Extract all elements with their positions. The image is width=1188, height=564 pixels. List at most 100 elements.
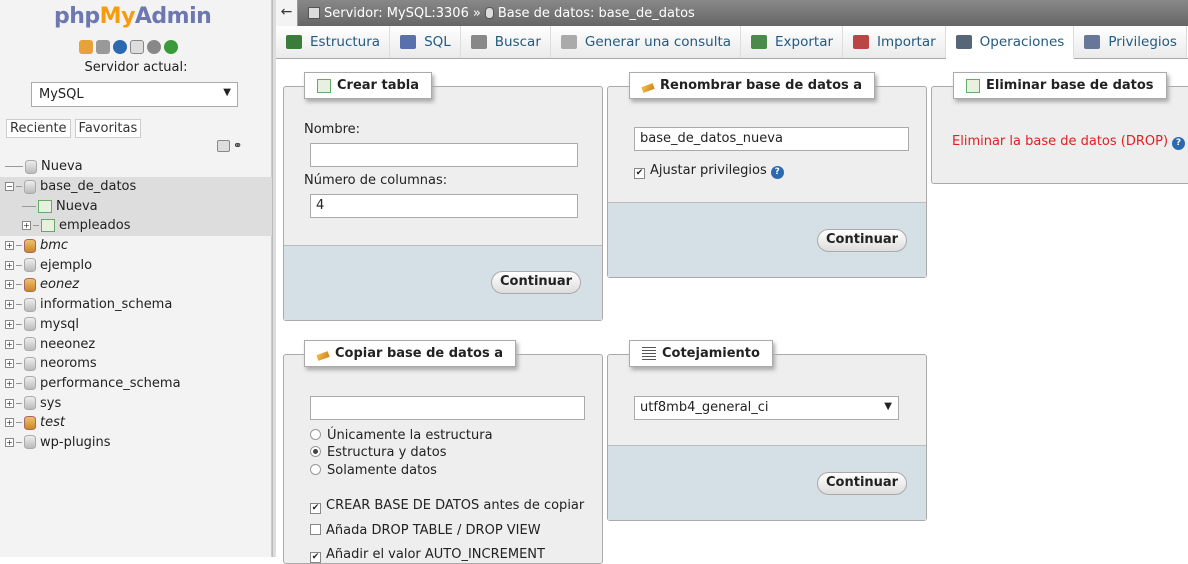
sidebar-resizer[interactable]: [272, 0, 276, 557]
expand-icon[interactable]: +: [22, 221, 31, 231]
rename-database-legend: Renombrar base de datos a: [629, 72, 876, 99]
database-icon: [24, 317, 36, 332]
radio-structure-data[interactable]: Estructura y datos: [310, 445, 446, 460]
tree-item[interactable]: + performance_schema: [0, 374, 272, 394]
tree-item[interactable]: + neoroms: [0, 354, 272, 374]
tree-item[interactable]: + information_schema: [0, 295, 272, 315]
database-icon: [24, 258, 36, 273]
auto-increment-checkbox-row[interactable]: ✔ Añadir el valor AUTO_INCREMENT: [310, 547, 545, 563]
tree-item[interactable]: + test: [0, 413, 272, 433]
rename-database-input[interactable]: base_de_datos_nueva: [634, 127, 909, 151]
database-icon: [24, 337, 36, 352]
tab-generar-una-consulta[interactable]: Generar una consulta: [550, 26, 742, 58]
tab-sql[interactable]: SQL: [390, 26, 461, 58]
tree-item[interactable]: + neeonez: [0, 334, 272, 354]
database-icon: [24, 277, 36, 292]
reload-icon[interactable]: [164, 40, 178, 54]
tree-item[interactable]: + wp-plugins: [0, 433, 272, 453]
chevron-down-icon: ▼: [884, 401, 892, 412]
expand-icon[interactable]: +: [5, 300, 14, 310]
expand-icon[interactable]: +: [5, 418, 14, 428]
columns-label: Número de columnas:: [304, 173, 448, 188]
home-icon[interactable]: [79, 40, 93, 54]
columns-input[interactable]: 4: [310, 194, 578, 218]
gear-icon[interactable]: [147, 40, 161, 54]
expand-icon[interactable]: +: [5, 280, 14, 290]
favorites-tab[interactable]: Favoritas: [74, 119, 142, 138]
expand-icon[interactable]: +: [5, 241, 14, 251]
phpmyadmin-logo[interactable]: phpMyAdmin: [54, 4, 212, 29]
expand-icon[interactable]: +: [5, 398, 14, 408]
tree-item[interactable]: + empleados: [0, 216, 272, 236]
link-icon[interactable]: ⚭: [233, 140, 246, 152]
expand-icon[interactable]: +: [5, 319, 14, 329]
search-icon: [470, 35, 487, 49]
expand-icon[interactable]: +: [5, 260, 14, 270]
database-icon: [24, 238, 36, 253]
tree-item[interactable]: + mysql: [0, 315, 272, 335]
collation-continue-button[interactable]: Continuar: [817, 472, 908, 495]
collapse-icon[interactable]: −: [5, 182, 14, 192]
help-icon[interactable]: ?: [770, 166, 784, 179]
help-icon[interactable]: ?: [1172, 137, 1186, 150]
server-icon: [308, 7, 320, 19]
collation-panel: utf8mb4_general_ci ▼ Continuar: [607, 354, 927, 521]
tree-item[interactable]: Nueva: [0, 196, 272, 217]
create-db-checkbox-row[interactable]: ✔ CREAR BASE DE DATOS antes de copiar: [310, 498, 584, 514]
database-icon: [24, 396, 36, 411]
tree-item[interactable]: Nueva: [0, 157, 272, 177]
import-icon: [853, 35, 870, 49]
expand-icon[interactable]: +: [5, 359, 14, 369]
create-db-checkbox: ✔: [310, 503, 321, 514]
help-icon[interactable]: [113, 40, 127, 54]
expand-icon[interactable]: +: [5, 339, 14, 349]
tree-item[interactable]: + sys: [0, 393, 272, 413]
tree-item[interactable]: + ejemplo: [0, 255, 272, 275]
database-icon: [24, 356, 36, 371]
tab-privilegios[interactable]: Privilegios: [1074, 26, 1187, 58]
pencil-icon: [316, 350, 330, 361]
back-button[interactable]: ←: [276, 0, 298, 26]
tab-buscar[interactable]: Buscar: [460, 26, 551, 58]
export-icon: [751, 35, 768, 49]
tab-estructura[interactable]: Estructura: [276, 26, 391, 58]
tree-item[interactable]: − base_de_datos: [0, 176, 272, 197]
docs-icon[interactable]: [130, 40, 144, 54]
tab-operaciones[interactable]: Operaciones: [945, 26, 1075, 59]
adjust-privileges-row[interactable]: ✔ Ajustar privilegios?: [634, 163, 784, 179]
radio-data-only[interactable]: Solamente datos: [310, 463, 437, 478]
quick-links: [79, 40, 178, 54]
auto-increment-checkbox: ✔: [310, 552, 321, 563]
expand-icon[interactable]: +: [5, 378, 14, 388]
sql-icon: [400, 35, 417, 49]
drop-table-checkbox-row[interactable]: Añada DROP TABLE / DROP VIEW: [310, 523, 541, 538]
database-icon: [966, 78, 980, 93]
tree-item[interactable]: + eonez: [0, 275, 272, 295]
copy-database-input[interactable]: [310, 396, 585, 420]
adjust-privileges-checkbox[interactable]: ✔: [634, 168, 645, 179]
rename-continue-button[interactable]: Continuar: [817, 229, 908, 252]
database-icon: [24, 179, 36, 194]
table-icon: [41, 219, 55, 233]
breadcrumb: Servidor: MySQL:3306 » Base de datos: ba…: [308, 6, 695, 21]
server-select[interactable]: MySQL ▼: [31, 82, 238, 107]
copy-database-legend: Copiar base de datos a: [304, 340, 517, 367]
breadcrumb-server[interactable]: Servidor: MySQL:3306: [324, 6, 469, 21]
breadcrumb-database[interactable]: Base de datos: base_de_datos: [498, 6, 695, 21]
recent-tab[interactable]: Reciente: [6, 119, 71, 138]
radio-structure-only[interactable]: Únicamente la estructura: [310, 428, 493, 443]
collation-select[interactable]: utf8mb4_general_ci ▼: [634, 396, 899, 420]
tab-importar[interactable]: Importar: [843, 26, 946, 58]
server-label: Servidor actual:: [84, 60, 188, 75]
tree-item[interactable]: + bmc: [0, 236, 272, 256]
expand-icon[interactable]: +: [5, 437, 14, 447]
exit-icon[interactable]: [96, 40, 110, 54]
create-table-continue-button[interactable]: Continuar: [491, 271, 582, 294]
tab-exportar[interactable]: Exportar: [741, 26, 844, 58]
collapse-all-icon[interactable]: [217, 140, 230, 152]
table-name-input[interactable]: [310, 143, 578, 167]
collation-legend: Cotejamiento: [629, 340, 773, 367]
drop-database-link[interactable]: Eliminar la base de datos (DROP)?: [952, 134, 1186, 150]
database-icon: [24, 297, 36, 312]
new-table-icon: [317, 78, 331, 93]
